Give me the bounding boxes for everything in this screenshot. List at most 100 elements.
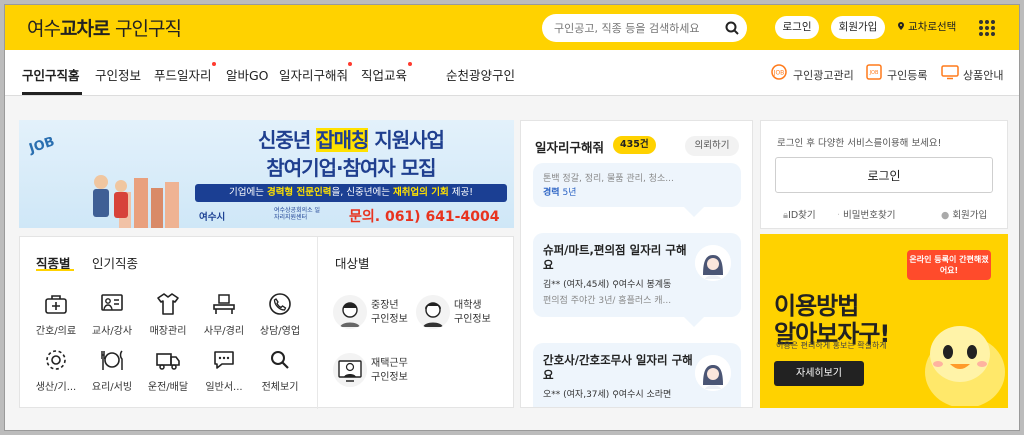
- strip-bold-2: 재취업의 기회: [392, 187, 449, 198]
- nav-item-home[interactable]: 구인구직홈: [22, 65, 80, 84]
- category-production[interactable]: 생산/기...: [28, 347, 84, 393]
- banner-phone: 문의. 061) 641-4004: [349, 209, 500, 225]
- seeker-avatar: [695, 355, 731, 391]
- login-button[interactable]: 로그인: [775, 157, 993, 193]
- header-join-button[interactable]: 회원가입: [831, 16, 885, 39]
- nav-ad-manage[interactable]: JOB 구인광고관리: [771, 64, 854, 83]
- experience-value: 5년: [562, 188, 577, 198]
- strip-pre: 기업에는: [228, 187, 267, 198]
- site-logo[interactable]: 여수교차로 구인구직: [27, 14, 182, 41]
- promo-banner[interactable]: JOB 신중년 잡매칭 지원사업 참여기업·참여자 모집 기업에는 경력형 전문…: [19, 120, 514, 228]
- request-button[interactable]: 의뢰하기: [685, 136, 739, 156]
- banner-title-post: 지원사업: [368, 128, 445, 152]
- seeker-location: 여수시 봉계동: [618, 280, 672, 290]
- category-label: 상담/영업: [259, 326, 301, 337]
- login-message: 로그인 후 다양한 서비스를이용해 보세요!: [777, 138, 942, 149]
- dish-icon: [101, 350, 123, 370]
- target-senior[interactable]: 중장년 구인정보: [333, 295, 413, 331]
- category-label: 전체보기: [261, 382, 299, 393]
- find-password-link[interactable]: · 비밀번호찾기: [837, 207, 896, 221]
- nav-item-albago[interactable]: 알바GO: [226, 65, 269, 84]
- target-label: 재택근무 구인정보: [371, 357, 408, 385]
- find-me-job-panel: 일자리구해줘 435건 의뢰하기 톤백 정갈, 정리, 물품 관리, 청소...…: [520, 120, 753, 408]
- target-label: 대학생구인정보: [454, 299, 491, 327]
- new-dot: [348, 62, 352, 66]
- user-icon: ●: [941, 210, 953, 221]
- banner-org-city: 여수시: [199, 212, 226, 223]
- category-store[interactable]: 매장관리: [140, 291, 196, 337]
- promo-detail-button[interactable]: 자세히보기: [774, 361, 864, 386]
- search-icon: [271, 351, 289, 369]
- category-sales[interactable]: 상담/영업: [252, 291, 308, 337]
- category-driving[interactable]: 운전/배달: [140, 347, 196, 393]
- seeker-person: 오** (여자,37세): [543, 390, 610, 400]
- location-pin-icon: [898, 22, 904, 30]
- nav-item-find-me-job[interactable]: 일자리구해줘: [279, 65, 348, 84]
- nav-item-food-jobs[interactable]: 푸드일자리: [154, 65, 212, 84]
- promo-tag: 온라인 등록이 간편해졌어요!: [907, 250, 991, 280]
- join-label: 회원가입: [952, 210, 988, 221]
- join-link[interactable]: ● 회원가입: [941, 207, 987, 221]
- seeker-experience: 경력 5년: [543, 185, 576, 198]
- location-pin-icon: ⚲: [612, 280, 619, 290]
- category-medical[interactable]: 간호/의료: [28, 291, 84, 337]
- banner-illustration: [93, 175, 179, 228]
- category-label: 사무/경리: [203, 326, 245, 337]
- search-box: [542, 14, 747, 42]
- category-cooking[interactable]: 요리/서빙: [84, 347, 140, 393]
- page-frame: 여수교차로 구인구직 로그인 회원가입 교차로선택 구인구직홈 구인정보 푸드일…: [4, 4, 1020, 431]
- category-office[interactable]: 사무/경리: [196, 291, 252, 337]
- nav-item-suncheon[interactable]: 순천광양구인: [446, 65, 515, 84]
- target-line2: 구인정보: [454, 314, 491, 325]
- search-icon[interactable]: [724, 20, 740, 36]
- nav-active-indicator: [22, 92, 82, 95]
- grid-menu-icon[interactable]: [979, 20, 995, 36]
- job-ad-icon: JOB: [771, 64, 787, 80]
- search-input[interactable]: [554, 19, 719, 37]
- senior-avatar-icon: [333, 295, 367, 329]
- seeker-meta: 오** (여자,37세) ⚲여수시 소라면: [543, 387, 671, 400]
- target-student[interactable]: 대학생구인정보: [416, 295, 498, 331]
- office-desk-icon: [213, 294, 235, 314]
- seeker-title: 간호사/간호조무사 일자리 구해요: [543, 353, 693, 382]
- find-password-label: 비밀번호찾기: [843, 210, 896, 221]
- category-label: 간호/의료: [35, 326, 77, 337]
- region-selector[interactable]: 교차로선택: [897, 16, 956, 39]
- strip-post: 제공!: [448, 187, 474, 198]
- job-seeker-card[interactable]: 간호사/간호조무사 일자리 구해요 오** (여자,37세) ⚲여수시 소라면: [533, 343, 741, 407]
- gear-icon: [46, 350, 66, 370]
- new-dot: [212, 62, 216, 66]
- job-seeker-card[interactable]: 슈퍼/마트,편의점 일자리 구해요 김** (여자,45세) ⚲여수시 봉계동 …: [533, 233, 741, 317]
- target-line2: 구인정보: [371, 372, 408, 383]
- find-id-label: ID찾기: [788, 210, 816, 221]
- experience-label: 경력: [543, 188, 560, 198]
- nav-job-register-label: 구인등록: [887, 69, 928, 82]
- jobs-title[interactable]: 일자리구해줘: [535, 137, 604, 156]
- tab-popular-jobs[interactable]: 인기직종: [92, 253, 138, 272]
- banner-title-pre: 신중년: [258, 128, 317, 152]
- nav-item-job-info[interactable]: 구인정보: [95, 65, 141, 84]
- nav-item-vocational[interactable]: 직업교육: [361, 65, 407, 84]
- target-line1: 대학생: [454, 300, 482, 311]
- category-general-service[interactable]: 일반서...: [196, 347, 252, 393]
- find-id-link[interactable]: 🔒︎ID찾기: [783, 207, 816, 221]
- teacher-board-icon: [101, 294, 123, 311]
- usage-guide-promo[interactable]: 온라인 등록이 간편해졌어요! 이용방법 알아보자구! 이용은 편리하게 홍보는…: [760, 234, 1008, 408]
- medical-kit-icon: [45, 295, 67, 314]
- category-teacher[interactable]: 교사/강사: [84, 291, 140, 337]
- job-seeker-card[interactable]: 톤백 정갈, 정리, 물품 관리, 청소... 경력 5년: [533, 163, 741, 207]
- student-avatar-icon: [416, 295, 450, 329]
- category-label: 교사/강사: [91, 326, 133, 337]
- nav-product-guide[interactable]: 상품안내: [941, 65, 1003, 83]
- nav-job-register[interactable]: JOB 구인등록: [866, 64, 928, 83]
- target-remote[interactable]: 재택근무 구인정보: [333, 353, 413, 389]
- banner-org-chamber: 여수상공회의소 일자리지원센터: [274, 207, 321, 221]
- main-nav: 구인구직홈 구인정보 푸드일자리 알바GO 일자리구해줘 직업교육 순천광양구인…: [5, 50, 1019, 96]
- header-login-button[interactable]: 로그인: [775, 16, 819, 39]
- category-view-all[interactable]: 전체보기: [252, 347, 308, 393]
- category-label: 운전/배달: [147, 382, 189, 393]
- strip-mid: 을, 신중년에는: [331, 187, 393, 198]
- duck-mascot-icon: [925, 326, 1005, 406]
- card-tail: [684, 207, 704, 217]
- seeker-location: 여수시 소라면: [618, 390, 672, 400]
